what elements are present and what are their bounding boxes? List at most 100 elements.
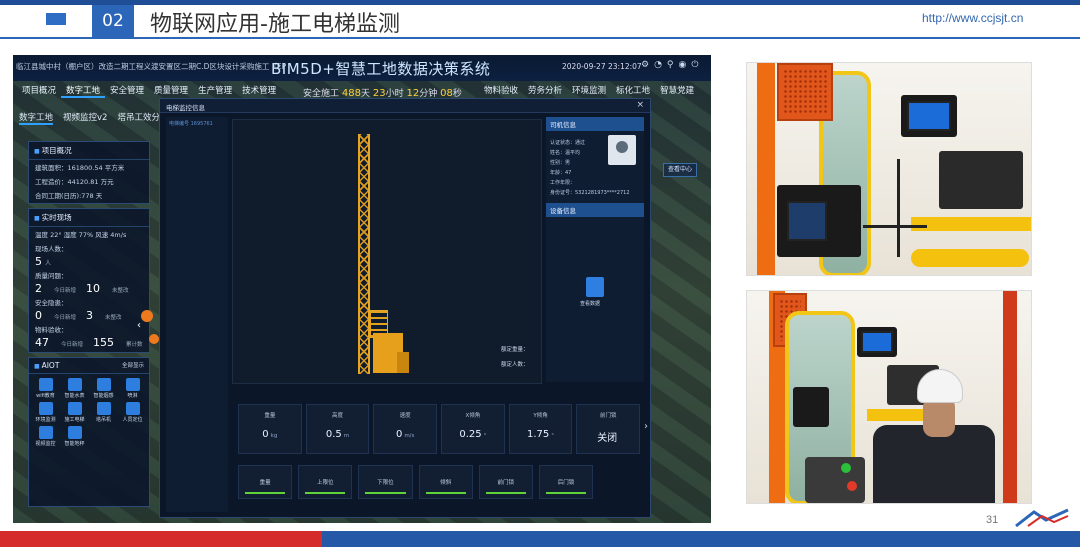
map-marker-icon[interactable] bbox=[149, 334, 159, 344]
nav-item-overview[interactable]: 项目概况 bbox=[17, 82, 61, 98]
project-cost: 工程造价：44120.81 万元 bbox=[35, 178, 114, 186]
aiot-item[interactable]: wifi教育 bbox=[32, 378, 59, 399]
sub-tab-video[interactable]: 视频监控v2 bbox=[63, 111, 107, 125]
view-center-button[interactable]: 查看中心 bbox=[663, 163, 697, 177]
website-url[interactable]: http://www.ccjsjt.cn bbox=[922, 11, 1023, 25]
quality-label: 质量问题： bbox=[35, 272, 68, 280]
contract-period: 合同工期(日历):778 天 bbox=[35, 192, 103, 200]
chevron-left-icon[interactable]: ‹ bbox=[137, 320, 141, 331]
metric-card: 高度 0.5 m bbox=[305, 404, 370, 454]
elevator-id[interactable]: 电梯编号 1695761 bbox=[166, 117, 228, 130]
map-marker-icon[interactable] bbox=[141, 310, 153, 322]
aiot-item[interactable]: 智能地秤 bbox=[61, 426, 88, 447]
smoke-sensor-icon bbox=[96, 378, 111, 391]
datetime: 2020-09-27 23:12:07 bbox=[562, 62, 642, 71]
rated-load-label: 额定重量： bbox=[501, 347, 529, 353]
worker-face bbox=[923, 397, 955, 437]
aiot-item[interactable]: 视频监控 bbox=[32, 426, 59, 447]
water-meter-icon bbox=[67, 378, 82, 391]
environment-icon bbox=[38, 402, 53, 415]
status-ok-bar bbox=[305, 492, 346, 494]
weather-info: 温度 22° 湿度 77% 风速 4m/s bbox=[35, 231, 127, 239]
chevron-right-icon[interactable]: › bbox=[644, 421, 648, 432]
header-divider bbox=[0, 37, 1080, 39]
slide-title: 物联网应用-施工电梯监测 bbox=[150, 12, 400, 37]
red-post bbox=[1003, 291, 1017, 503]
footer-red-bar bbox=[0, 531, 322, 547]
aiot-item[interactable]: 环境监测 bbox=[32, 402, 59, 423]
video-camera-icon bbox=[38, 426, 53, 439]
metric-card: X倾角 0.25 ° bbox=[441, 404, 505, 454]
nav-item-quality[interactable]: 质量管理 bbox=[149, 82, 193, 98]
status-row: 重量 上限位 下限位 倾斜 前门锁 后门锁 bbox=[238, 465, 594, 499]
header-square-icon bbox=[46, 13, 66, 25]
status-ok-bar bbox=[365, 492, 406, 494]
cable bbox=[863, 225, 927, 228]
workers-label: 现场人数： bbox=[35, 245, 68, 253]
elevator-mast bbox=[358, 134, 370, 374]
cable bbox=[897, 159, 900, 257]
status-indicator: 后门锁 bbox=[538, 465, 594, 499]
orange-frame bbox=[757, 63, 775, 275]
photo-elevator-operator bbox=[746, 290, 1032, 504]
nav-item-digital-site[interactable]: 数字工地 bbox=[61, 82, 106, 98]
elevator-list: 电梯编号 1695761 bbox=[166, 117, 228, 512]
nav-item-technology[interactable]: 技术管理 bbox=[237, 82, 281, 98]
face-recognition-terminal bbox=[793, 387, 829, 427]
nav-item-party[interactable]: 智慧党建 bbox=[655, 82, 699, 98]
aiot-item[interactable]: 施工电梯 bbox=[61, 402, 88, 423]
green-button bbox=[841, 463, 851, 473]
close-icon[interactable]: × bbox=[636, 100, 644, 110]
nav-item-material[interactable]: 物料验收 bbox=[479, 82, 523, 98]
topbar-icons[interactable]: ⚙◔⚲◉⏻ bbox=[641, 60, 704, 70]
status-ok-bar bbox=[245, 492, 286, 494]
view-data-link[interactable]: 查看数据 bbox=[580, 300, 600, 307]
footer-blue-bar bbox=[322, 531, 1080, 547]
driver-header: 司机信息 bbox=[546, 117, 644, 131]
tower-crane-icon bbox=[96, 402, 111, 415]
control-unit bbox=[939, 151, 1023, 209]
person-location-icon bbox=[125, 402, 140, 415]
safety-label: 安全隐患： bbox=[35, 299, 68, 307]
metric-card: 速度 0 m/s bbox=[373, 404, 438, 454]
wifi-icon bbox=[38, 378, 53, 391]
nav-item-environment[interactable]: 环境监测 bbox=[567, 82, 611, 98]
page-number: 31 bbox=[986, 514, 999, 526]
driver-info-panel: 司机信息 认证状态：通过 姓名：温平均 性别：男 年龄：47 工作年限： 身份证… bbox=[546, 117, 644, 382]
aiot-item[interactable]: 塔吊机 bbox=[90, 402, 117, 423]
panel-title: 实时现场 bbox=[29, 209, 149, 227]
monitor-screen bbox=[907, 101, 951, 131]
status-ok-bar bbox=[545, 492, 587, 494]
device-header: 设备信息 bbox=[546, 203, 644, 217]
red-button bbox=[847, 481, 857, 491]
yellow-rail bbox=[911, 217, 1031, 231]
yellow-frame bbox=[911, 249, 1029, 267]
aiot-item[interactable]: 人员定位 bbox=[119, 402, 146, 423]
elevator-monitor-modal: 电梯监控信息 × 电梯编号 1695761 额定重量： 额定人数： 司机信息 认… bbox=[159, 98, 651, 518]
nav-item-labor[interactable]: 劳务分析 bbox=[523, 82, 567, 98]
dashboard-screenshot: 临江县城中村（棚户区）改造二期工程义渡安置区二期C.D区块设计采购施工（EP B… bbox=[13, 55, 711, 523]
nav-item-production[interactable]: 生产管理 bbox=[193, 82, 237, 98]
dashboard-topbar: 临江县城中村（棚户区）改造二期工程义渡安置区二期C.D区块设计采购施工（EP B… bbox=[13, 55, 711, 81]
operator-console bbox=[805, 457, 865, 503]
nav-item-safety[interactable]: 安全管理 bbox=[105, 82, 149, 98]
section-number: 02 bbox=[92, 5, 134, 37]
scale-icon bbox=[67, 426, 82, 439]
aiot-item[interactable]: 喷淋 bbox=[119, 378, 146, 399]
photo-elevator-devices bbox=[746, 62, 1032, 276]
show-all-toggle[interactable]: 全部显示 bbox=[122, 361, 144, 369]
material-counts: 47 今日新增 155 累计数 bbox=[35, 336, 143, 349]
panel-title: 项目概况 bbox=[29, 142, 149, 160]
metrics-row: 重量 0 kg 高度 0.5 m 速度 0 m/s X倾角 0.25 ° Y倾角 1.75 ° 前门… bbox=[238, 404, 641, 454]
nav-item-standard-site[interactable]: 标化工地 bbox=[611, 82, 655, 98]
main-nav-right: 物料验收 劳务分析 环境监测 标化工地 智慧党建 bbox=[479, 82, 699, 98]
project-overview-panel: 项目概况 建筑面积：161800.54 平方米 工程造价：44120.81 万元… bbox=[28, 141, 150, 204]
driver-field: 工作年限： bbox=[550, 179, 576, 186]
aiot-item[interactable]: 智能水表 bbox=[61, 378, 88, 399]
status-indicator: 倾斜 bbox=[418, 465, 473, 499]
aiot-item[interactable]: 智能烟感 bbox=[90, 378, 117, 399]
document-icon[interactable] bbox=[586, 277, 604, 297]
material-label: 物料验收： bbox=[35, 326, 68, 334]
sub-tab-digital-site[interactable]: 数字工地 bbox=[19, 111, 54, 125]
status-indicator: 重量 bbox=[238, 465, 293, 499]
